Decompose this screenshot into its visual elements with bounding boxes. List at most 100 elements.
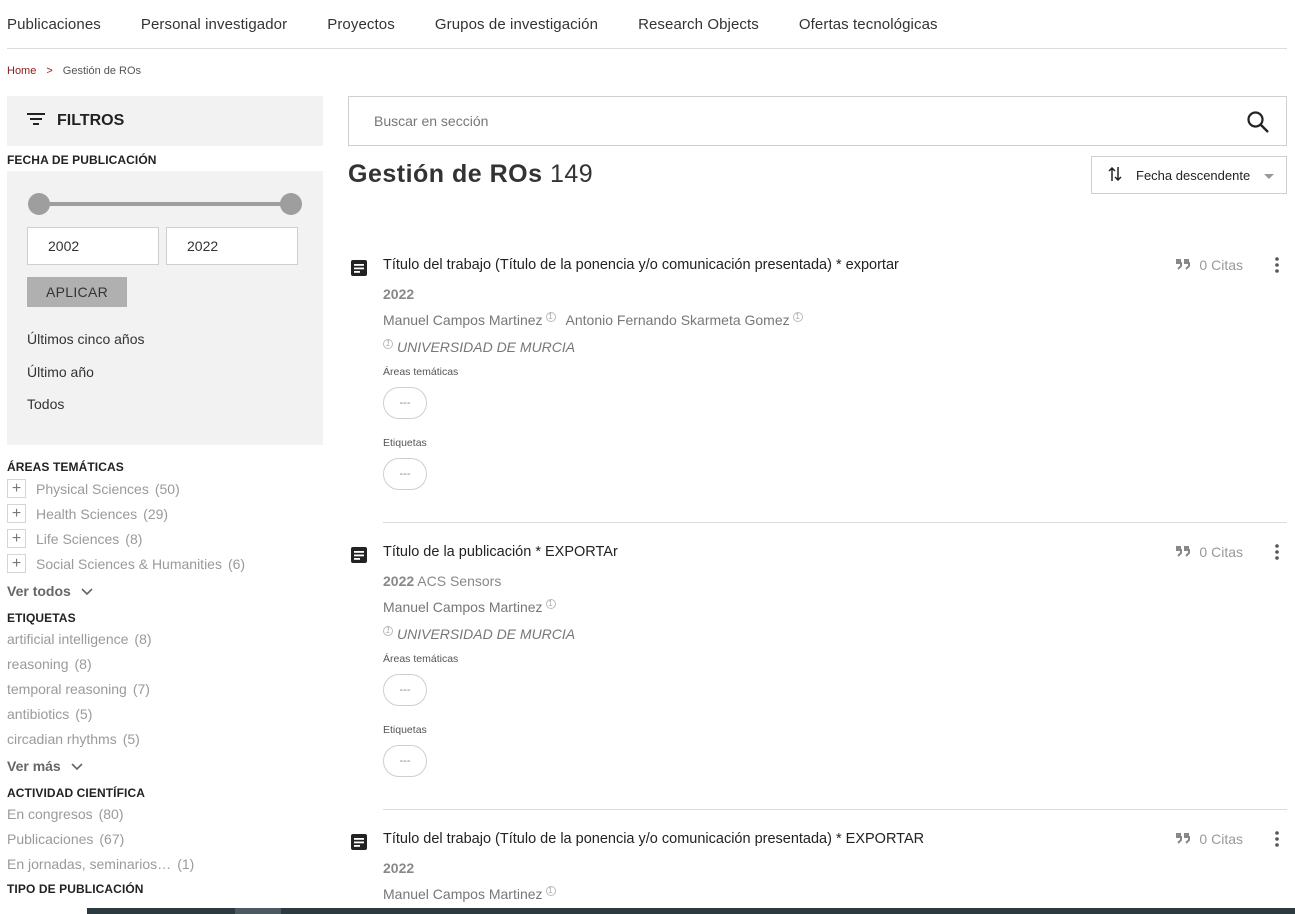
area-count: (8) [125, 530, 143, 547]
result-title[interactable]: Título del trabajo (Título de la ponenci… [383, 831, 924, 847]
area-item[interactable]: + Life Sciences (8) [7, 526, 323, 551]
quote-icon [1175, 544, 1191, 560]
breadcrumb-home[interactable]: Home [7, 65, 36, 77]
citations: 0 Citas [1175, 831, 1243, 847]
nav-proyectos[interactable]: Proyectos [327, 16, 395, 33]
date-slider-max-handle[interactable] [280, 193, 302, 215]
sort-dropdown[interactable]: Fecha descendente [1091, 156, 1287, 194]
author-link[interactable]: Manuel Campos Martinez 1 [383, 312, 556, 328]
areas-see-all[interactable]: Ver todos [7, 576, 323, 606]
area-item[interactable]: + Health Sciences (29) [7, 501, 323, 526]
sort-label: Fecha descendente [1136, 167, 1251, 183]
area-item[interactable]: + Social Sciences & Humanities (6) [7, 551, 323, 576]
activity-item[interactable]: Publicaciones (67) [7, 826, 323, 851]
area-label: Physical Sciences [36, 480, 149, 497]
areas-label: Áreas temáticas [383, 366, 459, 378]
document-icon [350, 546, 368, 569]
search-placeholder: Buscar en sección [374, 113, 489, 129]
tags-label: Etiquetas [383, 437, 427, 449]
date-slider-min-handle[interactable] [28, 193, 50, 215]
breadcrumb-separator: > [46, 65, 53, 77]
breadcrumb-current: Gestión de ROs [62, 65, 142, 77]
chevron-down-icon [81, 583, 93, 599]
citations: 0 Citas [1175, 257, 1243, 273]
tags-pill: --- [383, 745, 427, 777]
nav-ofertas[interactable]: Ofertas tecnológicas [799, 16, 938, 33]
chevron-down-icon [71, 758, 83, 774]
area-item[interactable]: + Physical Sciences (50) [7, 476, 323, 501]
result-title[interactable]: Título del trabajo (Título de la ponenci… [383, 257, 899, 273]
result-year: 2022 [383, 286, 415, 302]
date-option-all[interactable]: Todos [27, 396, 64, 412]
result-authors: Manuel Campos Martinez 1 [383, 886, 556, 902]
result-organization: 1 UNIVERSIDAD DE MURCIA [383, 339, 575, 355]
nav-publicaciones[interactable]: Publicaciones [7, 16, 101, 33]
activity-filter: ACTIVIDAD CIENTÍFICA En congresos (80) Pu… [7, 786, 323, 896]
filters-sidebar: FILTROS FECHA DE PUBLICACIÓN 2002 2022 A… [7, 96, 323, 896]
result-title[interactable]: Título de la publicación * EXPORTAr [383, 544, 618, 560]
result-authors: Manuel Campos Martinez 1 Antonio Fernando… [383, 312, 803, 328]
filter-icon [27, 112, 45, 131]
tags-title: ETIQUETAS [7, 611, 76, 625]
activity-item[interactable]: En jornadas, seminarios… (1) [7, 851, 323, 876]
result-divider [383, 809, 1287, 810]
area-label: Social Sciences & Humanities [36, 555, 222, 572]
area-count: (29) [143, 505, 169, 522]
date-option-five-years[interactable]: Últimos cinco años [27, 331, 145, 347]
author-link[interactable]: Manuel Campos Martinez 1 [383, 599, 556, 615]
area-count: (50) [154, 480, 180, 497]
tags-label: Etiquetas [383, 724, 427, 736]
page-title-text: Gestión de ROs [348, 160, 543, 188]
filters-header[interactable]: FILTROS [7, 96, 323, 146]
activity-title: ACTIVIDAD CIENTÍFICA [7, 786, 145, 800]
tags-pill: --- [383, 458, 427, 490]
scrollbar-thumb[interactable] [235, 908, 281, 914]
quote-icon [1175, 831, 1191, 847]
citations-count: 0 Citas [1199, 831, 1243, 847]
document-icon [350, 833, 368, 856]
citations-count: 0 Citas [1199, 544, 1243, 560]
citations: 0 Citas [1175, 544, 1243, 560]
plus-icon[interactable]: + [7, 504, 26, 523]
more-vertical-icon[interactable] [1275, 544, 1279, 565]
result-year: 2022 [383, 860, 415, 876]
date-slider-track[interactable] [38, 202, 291, 206]
tag-item[interactable]: temporal reasoning (7) [7, 676, 323, 701]
plus-icon[interactable]: + [7, 554, 26, 573]
tag-item[interactable]: reasoning (8) [7, 651, 323, 676]
date-filter-panel: 2002 2022 APLICAR Últimos cinco años Últ… [7, 171, 323, 445]
author-link[interactable]: Manuel Campos Martinez 1 [383, 886, 556, 902]
tags-see-more[interactable]: Ver más [7, 751, 323, 781]
date-to-input[interactable]: 2022 [166, 227, 298, 265]
date-from-input[interactable]: 2002 [27, 227, 159, 265]
area-count: (6) [227, 555, 246, 572]
activity-item[interactable]: En congresos (80) [7, 801, 323, 826]
areas-pill: --- [383, 387, 427, 419]
date-option-last-year[interactable]: Último año [27, 364, 94, 380]
page-title: Gestión de ROs 149 [348, 160, 593, 189]
area-label: Health Sciences [36, 505, 138, 522]
document-icon [350, 259, 368, 282]
result-year: 2022 ACS Sensors [383, 573, 502, 589]
tag-item[interactable]: artificial intelligence (8) [7, 626, 323, 651]
tag-item[interactable]: circadian rhythms (5) [7, 726, 323, 751]
plus-icon[interactable]: + [7, 529, 26, 548]
author-link[interactable]: Antonio Fernando Skarmeta Gomez 1 [566, 312, 803, 328]
search-input[interactable]: Buscar en sección [348, 96, 1287, 146]
nav-grupos[interactable]: Grupos de investigación [435, 16, 598, 33]
more-vertical-icon[interactable] [1275, 257, 1279, 278]
plus-icon[interactable]: + [7, 479, 26, 498]
areas-filter: ÁREAS TEMÁTICAS + Physical Sciences (50) +… [7, 460, 323, 606]
results-count: 149 [550, 160, 594, 188]
tag-item[interactable]: antibiotics (5) [7, 701, 323, 726]
area-label: Life Sciences [36, 530, 120, 547]
search-icon[interactable] [1246, 110, 1270, 137]
horizontal-scrollbar[interactable] [87, 908, 1295, 914]
type-title: TIPO DE PUBLICACIÓN [7, 882, 144, 896]
breadcrumb: Home > Gestión de ROs [7, 65, 141, 77]
apply-button[interactable]: APLICAR [27, 277, 127, 307]
tags-filter: ETIQUETAS artificial intelligence (8) rea… [7, 611, 323, 781]
more-vertical-icon[interactable] [1275, 831, 1279, 852]
nav-personal-investigador[interactable]: Personal investigador [141, 16, 287, 33]
nav-research-objects[interactable]: Research Objects [638, 16, 759, 33]
